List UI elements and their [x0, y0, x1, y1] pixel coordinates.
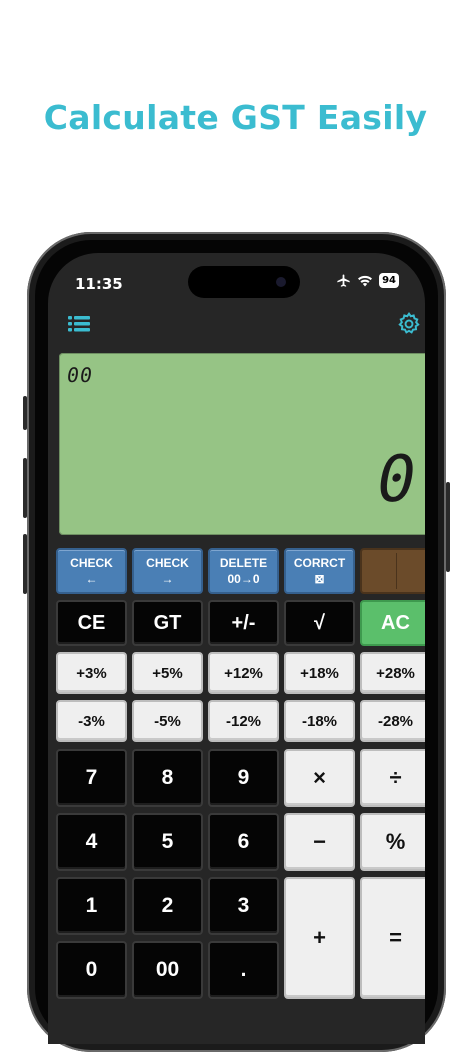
result-value: 0 — [370, 443, 423, 517]
app-screen: 11:35 94 00 0 CHECK ← CHECK → DELETE 00→… — [48, 253, 425, 1044]
delete-button[interactable]: DELETE 00→0 — [208, 548, 279, 594]
ce-button[interactable]: CE — [56, 600, 127, 646]
divide-button[interactable]: ÷ — [360, 749, 425, 807]
sqrt-button[interactable]: √ — [284, 600, 355, 646]
phone-frame: 11:35 94 00 0 CHECK ← CHECK → DELETE 00→… — [23, 232, 450, 1052]
gst-minus-5-button[interactable]: -5% — [132, 700, 203, 742]
key-0[interactable]: 0 — [56, 941, 127, 999]
key-8[interactable]: 8 — [132, 749, 203, 807]
lcd-display: 00 0 — [59, 353, 425, 535]
check-back-button[interactable]: CHECK ← — [56, 548, 127, 594]
key-00[interactable]: 00 — [132, 941, 203, 999]
percent-button[interactable]: % — [360, 813, 425, 871]
power-button — [446, 482, 450, 572]
sign-toggle-button[interactable]: +/- — [208, 600, 279, 646]
headline: Calculate GST Easily — [43, 98, 428, 137]
equals-button[interactable]: = — [360, 877, 425, 999]
key-3[interactable]: 3 — [208, 877, 279, 935]
status-time: 11:35 — [75, 275, 123, 293]
gst-plus-12-button[interactable]: +12% — [208, 652, 279, 694]
gst-plus-28-button[interactable]: +28% — [360, 652, 425, 694]
dynamic-island — [188, 266, 300, 298]
volume-up-button — [23, 458, 27, 518]
gst-minus-18-button[interactable]: -18% — [284, 700, 355, 742]
volume-down-button — [23, 534, 27, 594]
gst-plus-18-button[interactable]: +18% — [284, 652, 355, 694]
status-bar: 11:35 94 — [48, 253, 425, 313]
gear-icon[interactable] — [396, 311, 422, 337]
ac-button[interactable]: AC — [360, 600, 425, 646]
key-9[interactable]: 9 — [208, 749, 279, 807]
airplane-icon — [337, 273, 350, 287]
key-2[interactable]: 2 — [132, 877, 203, 935]
solar-panel — [360, 548, 425, 594]
multiply-button[interactable]: × — [284, 749, 355, 807]
action-button — [23, 396, 27, 430]
wifi-icon — [358, 275, 373, 287]
check-forward-button[interactable]: CHECK → — [132, 548, 203, 594]
camera-icon — [276, 277, 286, 287]
gt-button[interactable]: GT — [132, 600, 203, 646]
gst-minus-3-button[interactable]: -3% — [56, 700, 127, 742]
key-7[interactable]: 7 — [56, 749, 127, 807]
key-4[interactable]: 4 — [56, 813, 127, 871]
gst-plus-5-button[interactable]: +5% — [132, 652, 203, 694]
battery-indicator: 94 — [379, 273, 399, 288]
list-icon[interactable] — [66, 311, 92, 337]
gst-minus-12-button[interactable]: -12% — [208, 700, 279, 742]
add-button[interactable]: + — [284, 877, 355, 999]
correct-button[interactable]: CORRCT ⊠ — [284, 548, 355, 594]
key-1[interactable]: 1 — [56, 877, 127, 935]
grand-total-indicator: 00 — [65, 363, 95, 387]
gst-plus-3-button[interactable]: +3% — [56, 652, 127, 694]
decimal-button[interactable]: . — [208, 941, 279, 999]
key-6[interactable]: 6 — [208, 813, 279, 871]
subtract-button[interactable]: − — [284, 813, 355, 871]
key-5[interactable]: 5 — [132, 813, 203, 871]
gst-minus-28-button[interactable]: -28% — [360, 700, 425, 742]
